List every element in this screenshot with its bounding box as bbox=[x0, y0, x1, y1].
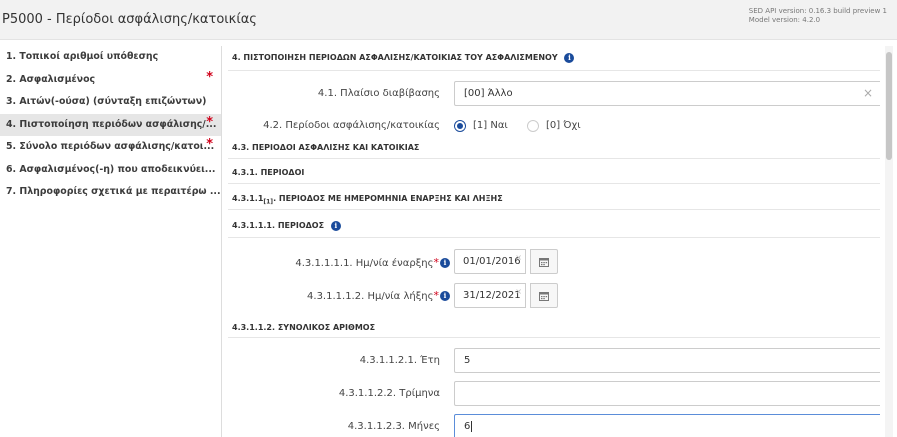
start-date-calendar-button[interactable] bbox=[530, 249, 558, 274]
radio-yes[interactable] bbox=[454, 120, 466, 132]
main-form: 4. ΠΙΣΤΟΠΟΙΗΣΗ ΠΕΡΙΟΔΩΝ ΑΣΦΑΛΙΣΗΣ/ΚΑΤΟΙΚ… bbox=[228, 46, 880, 437]
info-icon[interactable]: i bbox=[440, 258, 450, 268]
end-date-input[interactable]: 31/12/2021 × bbox=[454, 283, 526, 308]
sidebar-item-label: 7. Πληροφορίες σχετικά με περαιτέρω ... bbox=[6, 186, 221, 197]
years-label: 4.3.1.1.2.1. Έτη bbox=[359, 355, 440, 366]
section-4-3-header: 4.3. ΠΕΡΙΟΔΟΙ ΑΣΦΑΛΙΣΗΣ ΚΑΙ ΚΑΤΟΙΚΙΑΣ bbox=[228, 138, 880, 159]
section-4-3-1-1-header: 4.3.1.1[1]. ΠΕΡΙΟΔΟΣ ΜΕ ΗΜΕΡΟΜΗΝΙΑ ΕΝΑΡΞ… bbox=[228, 188, 880, 210]
calendar-icon bbox=[539, 258, 549, 267]
vertical-scrollbar[interactable] bbox=[885, 46, 893, 437]
start-date-label: 4.3.1.1.1.1. Ημ/νία έναρξης* i bbox=[228, 256, 450, 269]
required-marker: * bbox=[206, 69, 213, 85]
section-4-3-1-1-2-header: 4.3.1.1.2. ΣΥΝΟΛΙΚΟΣ ΑΡΙΘΜΟΣ bbox=[228, 318, 880, 338]
clear-icon[interactable]: × bbox=[515, 280, 522, 303]
section-4-header: 4. ΠΙΣΤΟΠΟΙΗΣΗ ΠΕΡΙΟΔΩΝ ΑΣΦΑΛΙΣΗΣ/ΚΑΤΟΙΚ… bbox=[228, 46, 880, 71]
sidebar-item-insured-proving[interactable]: 6. Ασφαλισμένος(-η) που αποδεικνύει... bbox=[0, 159, 221, 182]
sidebar: 1. Τοπικοί αριθμοί υπόθεσης 2. Ασφαλισμέ… bbox=[0, 46, 222, 437]
required-marker: * bbox=[206, 114, 213, 130]
sidebar-item-label: 5. Σύνολο περιόδων ασφάλισης/κατοι... bbox=[6, 141, 215, 152]
quarters-input[interactable] bbox=[454, 381, 880, 406]
sidebar-item-total-periods[interactable]: 5. Σύνολο περιόδων ασφάλισης/κατοι... * bbox=[0, 136, 221, 159]
end-date-calendar-button[interactable] bbox=[530, 283, 558, 308]
field-4-1-label: 4.1. Πλαίσιο διαβίβασης bbox=[317, 88, 440, 99]
sidebar-item-label: 6. Ασφαλισμένος(-η) που αποδεικνύει... bbox=[6, 163, 216, 175]
sidebar-item-claimant[interactable]: 3. Αιτών(-ούσα) (σύνταξη επιζώντων) bbox=[0, 91, 221, 114]
scrollbar-thumb[interactable] bbox=[886, 52, 892, 160]
clear-icon[interactable]: × bbox=[515, 246, 522, 269]
months-input[interactable]: 6 bbox=[454, 414, 880, 437]
radio-no[interactable] bbox=[527, 120, 539, 132]
required-marker: * bbox=[433, 256, 440, 269]
clear-icon[interactable]: × bbox=[863, 82, 873, 105]
end-date-label: 4.3.1.1.1.2. Ημ/νία λήξης* i bbox=[228, 289, 450, 302]
section-4-3-1-1-1-header: 4.3.1.1.1. ΠΕΡΙΟΔΟΣ i bbox=[228, 214, 880, 238]
text-cursor bbox=[471, 420, 473, 432]
years-input[interactable]: 5 bbox=[454, 348, 880, 373]
api-version: SED API version: 0.16.3 build preview 1 bbox=[748, 7, 887, 15]
required-marker: * bbox=[433, 289, 440, 302]
info-icon[interactable]: i bbox=[564, 52, 575, 63]
transmission-frame-select[interactable]: [00] Άλλο × bbox=[454, 81, 880, 106]
page-title: Ρ5000 - Περίοδοι ασφάλισης/κατοικίας bbox=[2, 12, 257, 27]
months-label: 4.3.1.1.2.3. Μήνες bbox=[347, 421, 440, 432]
app-header: Ρ5000 - Περίοδοι ασφάλισης/κατοικίας SED… bbox=[0, 0, 897, 40]
section-4-3-1-header: 4.3.1. ΠΕΡΙΟΔΟΙ bbox=[228, 162, 880, 184]
sidebar-item-certification[interactable]: 4. Πιστοποίηση περιόδων ασφάλισης/... * bbox=[0, 113, 221, 136]
calendar-icon bbox=[539, 292, 549, 301]
info-icon[interactable]: i bbox=[330, 220, 341, 231]
sidebar-item-label: 3. Αιτών(-ούσα) (σύνταξη επιζώντων) bbox=[6, 96, 207, 107]
sidebar-item-label: 4. Πιστοποίηση περιόδων ασφάλισης/... bbox=[6, 118, 217, 130]
required-marker: * bbox=[206, 137, 213, 152]
sidebar-item-further-info[interactable]: 7. Πληροφορίες σχετικά με περαιτέρω ... bbox=[0, 181, 221, 204]
quarters-label: 4.3.1.1.2.2. Τρίμηνα bbox=[338, 388, 440, 399]
field-4-2-label: 4.2. Περίοδοι ασφάλισης/κατοικίας bbox=[263, 120, 440, 131]
info-icon[interactable]: i bbox=[440, 291, 450, 301]
start-date-input[interactable]: 01/01/2016 × bbox=[454, 249, 526, 274]
sidebar-item-insured-person[interactable]: 2. Ασφαλισμένος * bbox=[0, 69, 221, 92]
sidebar-item-label: 2. Ασφαλισμένος bbox=[6, 73, 96, 85]
model-version: Model version: 4.2.0 bbox=[748, 16, 821, 24]
radio-yes-label: [1] Ναι bbox=[473, 120, 508, 131]
sidebar-item-case-numbers[interactable]: 1. Τοπικοί αριθμοί υπόθεσης bbox=[0, 46, 221, 69]
version-info: SED API version: 0.16.3 build preview 1 … bbox=[749, 7, 887, 25]
radio-no-label: [0] Όχι bbox=[546, 120, 581, 131]
sidebar-item-label: 1. Τοπικοί αριθμοί υπόθεσης bbox=[6, 51, 159, 62]
